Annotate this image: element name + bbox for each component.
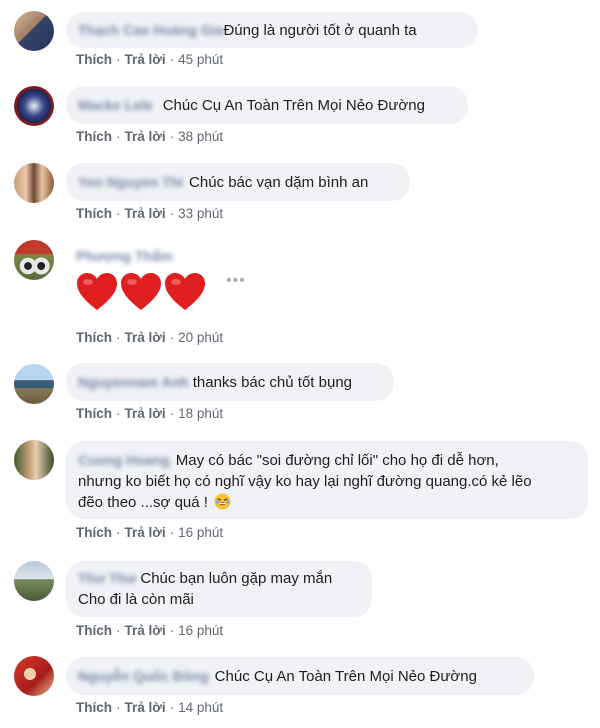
reply-link[interactable]: Trả lời (125, 623, 166, 638)
timestamp[interactable]: 14 phút (178, 700, 223, 715)
like-link[interactable]: Thích (76, 406, 112, 421)
timestamp[interactable]: 33 phút (178, 206, 223, 221)
comment-actions: Thích · Trả lời · 18 phút (76, 406, 224, 421)
comment-text: Chúc Cụ An Toàn Trên Mọi Nẻo Đường (214, 668, 477, 685)
like-link[interactable]: Thích (76, 129, 112, 144)
like-link[interactable]: Thích (76, 700, 112, 715)
commenter-name[interactable]: Cuong Hoang (78, 452, 170, 468)
heart-icon (164, 272, 206, 312)
comment-text-line: Chúc bạn luôn gặp may mắn (140, 570, 333, 587)
comment-bubble: Thư Thư Chúc bạn luôn gặp may mắn Cho đi … (66, 561, 372, 617)
comment-actions: Thích · Trả lời · 16 phút (76, 525, 224, 540)
like-link[interactable]: Thích (76, 623, 112, 638)
comment-text-line: đẽo theo ...sợ quá ! (78, 494, 208, 511)
reply-link[interactable]: Trả lời (125, 330, 166, 345)
comment-text: Chúc Cụ An Toàn Trên Mọi Nẻo Đường (162, 97, 425, 114)
like-link[interactable]: Thích (76, 206, 112, 221)
comment-actions: Thích · Trả lời · 16 phút (76, 623, 224, 638)
comment-text-line: nhưng ko biết họ có nghĩ vậy ko hay lại … (78, 473, 532, 490)
commenter-name-box: Phượng Thẩm (76, 248, 172, 266)
commenter-name[interactable]: Phượng Thẩm (76, 248, 172, 264)
avatar[interactable] (14, 561, 54, 601)
avatar[interactable] (14, 11, 54, 51)
reply-link[interactable]: Trả lời (125, 129, 166, 144)
avatar[interactable] (14, 163, 54, 203)
commenter-name[interactable]: Nguyennam Anh (78, 374, 189, 390)
commenter-name[interactable]: Thạch Cao Hoàng Gia (78, 22, 223, 38)
comment-bubble: Cuong Hoang May có bác "soi đường chỉ lối… (66, 441, 588, 519)
timestamp[interactable]: 16 phút (178, 525, 223, 540)
comment-bubble: Macke Lele Chúc Cụ An Toàn Trên Mọi Nẻo Đ… (66, 86, 468, 124)
like-link[interactable]: Thích (76, 52, 112, 67)
avatar[interactable] (14, 86, 54, 126)
avatar[interactable] (14, 240, 54, 280)
avatar[interactable] (14, 440, 54, 480)
commenter-name[interactable]: Thư Thư (78, 570, 136, 586)
comment-bubble: Yen Nguyen Thi Chúc bác vạn dặm bình an (66, 163, 410, 201)
comment-bubble: Thạch Cao Hoàng GiaĐúng là người tốt ở q… (66, 12, 478, 48)
timestamp[interactable]: 16 phút (178, 623, 223, 638)
comment-actions: Thích · Trả lời · 38 phút (76, 129, 224, 144)
laughing-emoji-icon (214, 493, 231, 516)
reply-link[interactable]: Trả lời (125, 206, 166, 221)
timestamp[interactable]: 18 phút (178, 406, 223, 421)
heart-icon (120, 272, 162, 312)
heart-icon (76, 272, 118, 312)
avatar[interactable] (14, 656, 54, 696)
reply-link[interactable]: Trả lời (125, 52, 166, 67)
comment-text: Chúc bác vạn dặm bình an (189, 174, 369, 191)
comment-actions: Thích · Trả lời · 14 phút (76, 700, 224, 715)
comment-text-line: May có bác "soi đường chỉ lối" cho họ đi… (175, 452, 499, 469)
commenter-name[interactable]: Nguyễn Quốc Đông (78, 668, 209, 684)
commenter-name[interactable]: Macke Lele (78, 97, 153, 113)
comment-text: Đúng là người tốt ở quanh ta (223, 22, 417, 39)
timestamp[interactable]: 20 phút (178, 330, 223, 345)
comment-text-line: Cho đi là còn mãi (78, 591, 194, 608)
timestamp[interactable]: 38 phút (178, 129, 223, 144)
commenter-name[interactable]: Yen Nguyen Thi (78, 174, 183, 190)
more-options-icon[interactable]: ••• (226, 272, 246, 290)
avatar[interactable] (14, 364, 54, 404)
comment-text: thanks bác chủ tốt bụng (192, 374, 352, 391)
comment-bubble: Nguyễn Quốc Đông Chúc Cụ An Toàn Trên Mọi… (66, 657, 534, 695)
comment-actions: Thích · Trả lời · 20 phút (76, 330, 224, 345)
comment-actions: Thích · Trả lời · 33 phút (76, 206, 224, 221)
like-link[interactable]: Thích (76, 525, 112, 540)
comment-actions: Thích · Trả lời · 45 phút (76, 52, 224, 67)
reply-link[interactable]: Trả lời (125, 406, 166, 421)
reply-link[interactable]: Trả lời (125, 700, 166, 715)
timestamp[interactable]: 45 phút (178, 52, 223, 67)
reaction-hearts (76, 272, 206, 312)
reply-link[interactable]: Trả lời (125, 525, 166, 540)
comment-bubble: Nguyennam Anh thanks bác chủ tốt bụng (66, 363, 394, 401)
like-link[interactable]: Thích (76, 330, 112, 345)
